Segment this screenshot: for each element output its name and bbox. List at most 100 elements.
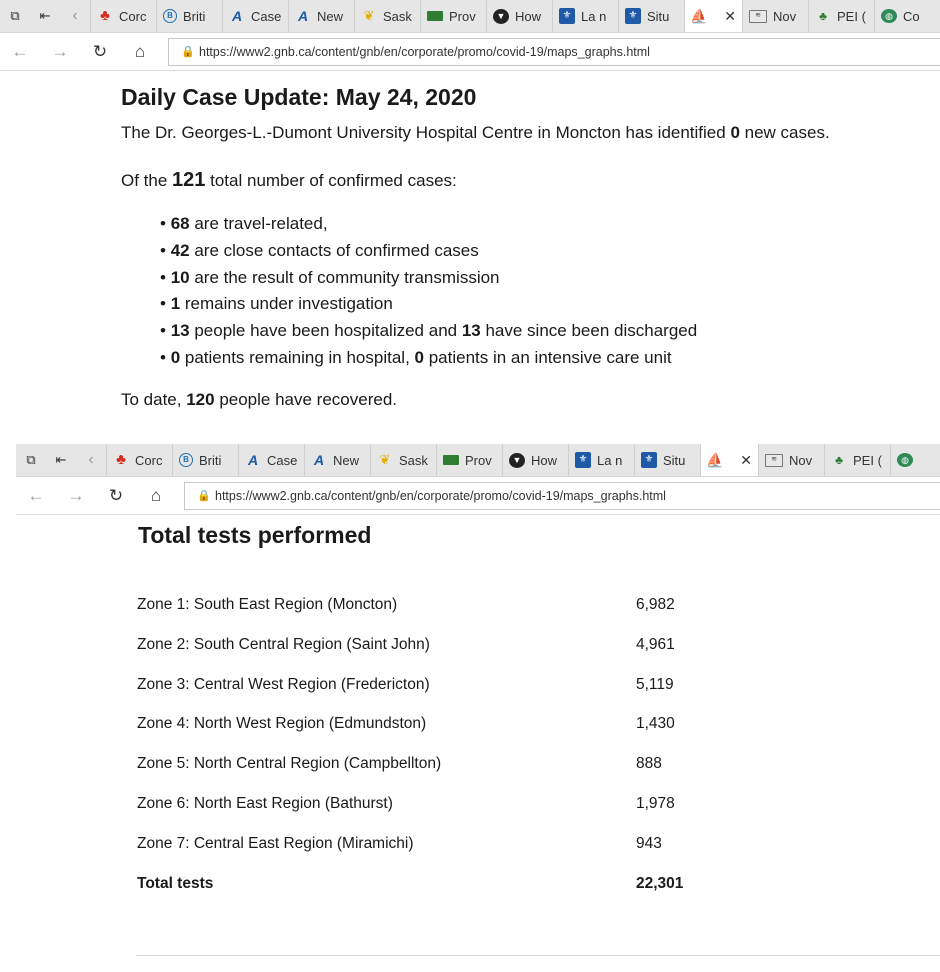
address-bar: ← → ↻ ⌂ 🔒 https://www2.gnb.ca/content/gnb… [0, 33, 940, 71]
bc-icon: B [163, 9, 177, 23]
table-row: Zone 1: South East Region (Moncton) 6,982 [137, 596, 757, 636]
zone-value: 1,430 [636, 715, 675, 733]
tab[interactable]: ◍ Co [874, 0, 940, 32]
tab[interactable]: ♣ PEI ( [824, 444, 890, 476]
tab[interactable]: ≋ Nov [742, 0, 808, 32]
globe-icon: ◍ [881, 9, 897, 23]
refresh-icon[interactable]: ↻ [96, 486, 136, 506]
zone-value: 6,982 [636, 596, 675, 613]
text: remains under investigation [180, 294, 393, 314]
tab-bar: ⧉ ⇤ ‹ ♣ Corc B Briti A Case A New ❦ Sask Prov… [16, 444, 940, 477]
tab[interactable]: A New [304, 444, 370, 476]
tab-actions-icon[interactable]: ⧉ [0, 0, 30, 32]
tab[interactable]: B Briti [156, 0, 222, 32]
tab-actions-icon[interactable]: ⧉ [16, 444, 46, 476]
tab[interactable]: ⚜ Situ [618, 0, 684, 32]
nb-icon: A [313, 452, 325, 468]
nb-flag-icon: ⛵ [690, 8, 708, 24]
tab-scroll-left-icon[interactable]: ‹ [76, 444, 106, 476]
close-tab-icon[interactable]: ✕ [724, 8, 736, 25]
tab[interactable]: ♣ PEI ( [808, 0, 874, 32]
tab[interactable]: ≋ Nov [758, 444, 824, 476]
globe-icon: ◍ [897, 453, 913, 467]
home-icon[interactable]: ⌂ [120, 42, 160, 62]
page-title: Daily Case Update: May 24, 2020 [121, 84, 477, 110]
text: are close contacts of confirmed cases [189, 240, 479, 260]
tab-scroll-left-icon[interactable]: ‹ [60, 0, 90, 32]
zone-name: Zone 6: North East Region (Bathurst) [137, 794, 393, 812]
tab-label: La n [581, 8, 607, 24]
canada-leaf-icon: ♣ [100, 7, 110, 24]
list-item: • 1 remains under investigation [160, 294, 393, 314]
tab-label: Sask [399, 452, 428, 468]
total-value: 22,301 [636, 874, 684, 892]
set-aside-tabs-icon[interactable]: ⇤ [46, 444, 76, 476]
text: have since been discharged [480, 321, 698, 341]
total-label: Total tests [137, 874, 214, 892]
prov-icon [443, 455, 459, 465]
tab-label: Nov [789, 452, 813, 468]
tab-bar: ⧉ ⇤ ‹ ♣ Corc B Briti A Case A New ❦ Sask Prov… [0, 0, 940, 33]
forward-arrow-icon[interactable]: → [56, 486, 96, 506]
back-arrow-icon[interactable]: ← [16, 486, 56, 506]
tab-label: Nov [773, 8, 797, 24]
tab[interactable]: Prov [420, 0, 486, 32]
total-pre: Of the [121, 171, 173, 190]
bc-icon: B [179, 453, 193, 467]
tests-table: Zone 1: South East Region (Moncton) 6,982… [137, 596, 757, 914]
zone-value: 888 [636, 755, 662, 773]
tab[interactable]: ◍ [890, 444, 940, 476]
table-row: Zone 5: North Central Region (Campbellto… [137, 755, 757, 795]
tab[interactable]: ▼ How [486, 0, 552, 32]
tab[interactable]: ❦ Sask [370, 444, 436, 476]
table-row: Zone 3: Central West Region (Fredericton… [137, 676, 757, 716]
tab[interactable]: A Case [222, 0, 288, 32]
text: people have been hospitalized and [189, 321, 462, 341]
tab[interactable]: A Case [238, 444, 304, 476]
tab-active[interactable]: ⛵ ✕ [700, 444, 758, 476]
url-field[interactable]: 🔒 https://www2.gnb.ca/content/gnb/en/corp… [168, 37, 940, 66]
tab-active[interactable]: ⛵ ✕ [684, 0, 742, 32]
list-item: • 0 patients remaining in hospital, 0 pa… [160, 347, 672, 367]
zone-name: Zone 7: Central East Region (Miramichi) [137, 834, 414, 852]
tab[interactable]: ♣ Corc [106, 444, 172, 476]
tab[interactable]: ⚜ La n [552, 0, 618, 32]
intro-text: The Dr. Georges-L.-Dumont University Hos… [121, 123, 830, 143]
text: patients remaining in hospital, [180, 347, 415, 367]
quebec-icon: ⚜ [575, 452, 591, 468]
nov-icon: ≋ [749, 9, 767, 23]
forward-arrow-icon[interactable]: → [40, 42, 80, 62]
intro-post: new cases. [739, 123, 830, 142]
url-field[interactable]: 🔒 https://www2.gnb.ca/content/gnb/en/corp… [184, 481, 940, 510]
tab[interactable]: ▼ How [502, 444, 568, 476]
sask-icon: ❦ [363, 8, 375, 23]
set-aside-tabs-icon[interactable]: ⇤ [30, 0, 60, 32]
tests-title: Total tests performed [138, 522, 372, 548]
tab[interactable]: ♣ Corc [90, 0, 156, 32]
tab[interactable]: ⚜ La n [568, 444, 634, 476]
tab-label: New [317, 8, 344, 24]
zone-name: Zone 1: South East Region (Moncton) [137, 596, 398, 613]
recovered-post: people have recovered. [214, 390, 397, 409]
zone-name: Zone 5: North Central Region (Campbellto… [137, 755, 442, 773]
table-row: Zone 7: Central East Region (Miramichi) 9… [137, 835, 757, 875]
recovered-text: To date, 120 people have recovered. [121, 390, 397, 410]
quebec-icon: ⚜ [625, 8, 641, 24]
close-tab-icon[interactable]: ✕ [740, 452, 752, 469]
nb-icon: A [247, 452, 259, 468]
tab[interactable]: A New [288, 0, 354, 32]
tab[interactable]: ⚜ Situ [634, 444, 700, 476]
tab[interactable]: Prov [436, 444, 502, 476]
refresh-icon[interactable]: ↻ [80, 42, 120, 62]
tab[interactable]: ❦ Sask [354, 0, 420, 32]
tab-label: How [515, 8, 542, 24]
tab[interactable]: B Briti [172, 444, 238, 476]
back-arrow-icon[interactable]: ← [0, 42, 40, 62]
total-cases-text: Of the 121 total number of confirmed cas… [121, 169, 457, 192]
home-icon[interactable]: ⌂ [136, 486, 176, 506]
zone-value: 4,961 [636, 635, 675, 653]
recovered-pre: To date, [121, 390, 187, 409]
tab-label: Prov [449, 8, 476, 24]
tab-label: Briti [199, 452, 222, 468]
update-section: Daily Case Update: May 24, 2020 [121, 84, 921, 111]
